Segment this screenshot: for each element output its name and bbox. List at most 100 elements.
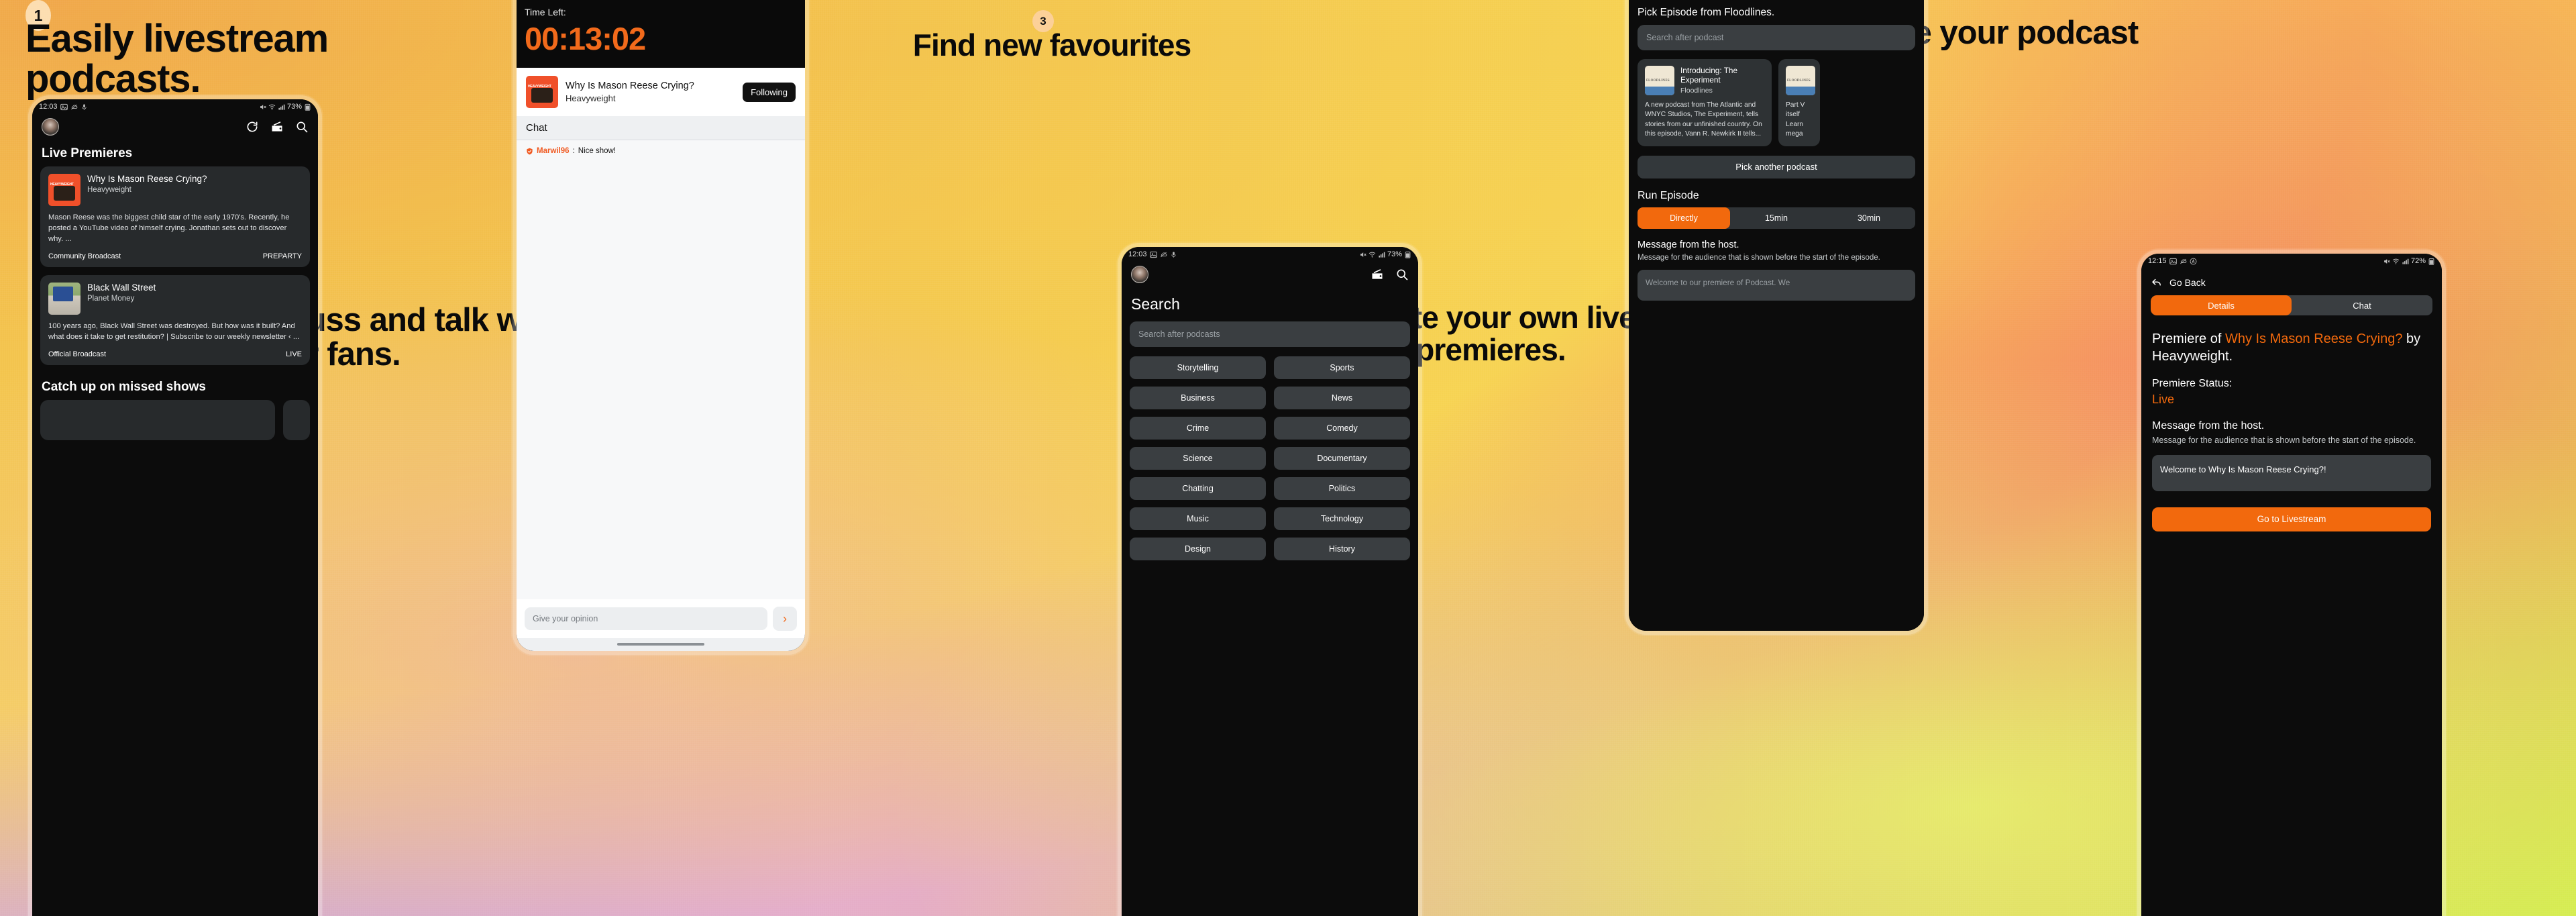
category-chip[interactable]: Sports: [1274, 356, 1410, 379]
podcast-search-input[interactable]: Search after podcast: [1638, 25, 1915, 50]
assistant-icon: [2190, 258, 2197, 265]
page-title: Search: [1131, 295, 1180, 313]
phone-mockup-live-premieres: 12:03 73% Live Premieres HEAVYWEIGHT Why…: [32, 99, 318, 916]
now-playing-title: Why Is Mason Reese Crying?: [566, 80, 694, 91]
category-chip[interactable]: Politics: [1274, 477, 1410, 500]
card-broadcast-type: Community Broadcast: [48, 252, 121, 260]
timer-value: 00:13:02: [525, 21, 646, 56]
countdown-panel: Time Left: 00:13:02: [517, 0, 805, 68]
mute-icon: [259, 103, 266, 111]
host-message-heading: Message from the host.: [1638, 239, 1739, 250]
episode-carousel: Introducing: The Experiment Floodlines A…: [1629, 59, 1924, 146]
pick-another-podcast-button[interactable]: Pick another podcast: [1638, 155, 1915, 179]
chat-text: Nice show!: [578, 147, 616, 155]
signal-icon: [278, 103, 285, 111]
premiere-card[interactable]: Why Is Mason Reese Crying? Heavyweight M…: [40, 166, 310, 267]
category-chip[interactable]: Technology: [1274, 507, 1410, 530]
wifi-icon: [1368, 251, 1376, 258]
status-time: 12:15: [2148, 257, 2167, 265]
category-chip[interactable]: Storytelling: [1130, 356, 1266, 379]
card-show: Heavyweight: [87, 186, 131, 195]
category-chip[interactable]: Comedy: [1274, 417, 1410, 440]
refresh-icon[interactable]: [246, 120, 259, 134]
chat-input[interactable]: Give your opinion: [525, 607, 767, 630]
chat-message: Marwil96: Nice show!: [526, 147, 796, 155]
premiere-heading: Premiere of Why Is Mason Reese Crying? b…: [2141, 315, 2442, 366]
chat-composer: Give your opinion ›: [517, 599, 805, 638]
premiere-status-value: Live: [2152, 392, 2175, 406]
card-status-badge: PREPARTY: [262, 252, 302, 260]
category-chip[interactable]: History: [1274, 538, 1410, 560]
back-arrow-icon: [2151, 276, 2163, 289]
battery-icon: [1404, 251, 1411, 258]
premiere-card[interactable]: Black Wall Street Planet Money 100 years…: [40, 274, 310, 365]
host-message-heading: Message from the host.: [2152, 419, 2265, 431]
wifi-icon: [2392, 258, 2400, 265]
category-chip[interactable]: Crime: [1130, 417, 1266, 440]
phone4-screen: Pick Episode from Floodlines. Search aft…: [1629, 0, 1924, 631]
avatar[interactable]: [42, 118, 59, 136]
host-message-textarea[interactable]: Welcome to our premiere of Podcast. We: [1638, 270, 1915, 301]
category-chip[interactable]: Documentary: [1274, 447, 1410, 470]
page-title: Pick Episode from Floodlines.: [1638, 7, 1775, 18]
episode-title: Introducing: The Experiment: [1680, 66, 1738, 85]
podcast-artwork: [48, 174, 80, 206]
card-show: Planet Money: [87, 294, 135, 303]
details-chat-tabs: Details Chat: [2151, 295, 2432, 315]
tab-chat[interactable]: Chat: [2292, 295, 2432, 315]
signal-icon: [2402, 258, 2409, 265]
search-input[interactable]: Search after podcasts: [1130, 321, 1410, 347]
headline-3: Find new favourites: [912, 28, 1191, 62]
battery-percent: 73%: [1387, 250, 1402, 258]
radio-icon[interactable]: [1371, 268, 1384, 281]
catchup-card[interactable]: [283, 399, 310, 440]
mute-icon: [1359, 251, 1366, 258]
microphone-icon: [1170, 251, 1177, 258]
chat-header: Chat: [517, 116, 805, 140]
card-description: Mason Reese was the biggest child star o…: [48, 213, 290, 243]
home-indicator[interactable]: [617, 643, 704, 646]
chat-message-list: Marwil96: Nice show!: [517, 140, 805, 599]
search-icon[interactable]: [1395, 268, 1409, 281]
phone1-screen: 12:03 73% Live Premieres HEAVYWEIGHT Why…: [32, 99, 318, 916]
phone2-screen: Time Left: 00:13:02 Why Is Mason Reese C…: [517, 0, 805, 651]
run-option-directly[interactable]: Directly: [1638, 207, 1730, 229]
category-chip[interactable]: Music: [1130, 507, 1266, 530]
run-option-15min[interactable]: 15min: [1730, 207, 1823, 229]
section-title-live-premieres: Live Premieres: [42, 146, 133, 160]
tab-details[interactable]: Details: [2151, 295, 2292, 315]
go-to-livestream-button[interactable]: Go to Livestream: [2152, 507, 2431, 531]
category-chip[interactable]: News: [1274, 387, 1410, 409]
avatar[interactable]: [1131, 266, 1148, 283]
podcast-artwork: [1645, 66, 1674, 95]
episode-card[interactable]: Part V itself Learn mega: [1778, 59, 1820, 146]
episode-show: Floodlines: [1680, 86, 1713, 95]
category-chip[interactable]: Chatting: [1130, 477, 1266, 500]
go-back-button[interactable]: Go Back: [2141, 268, 2442, 295]
chat-username: Marwil96: [537, 147, 570, 155]
send-button[interactable]: ›: [773, 607, 797, 631]
category-chip[interactable]: Business: [1130, 387, 1266, 409]
phone3-screen: 12:03 73% Search Search after podcasts S…: [1122, 247, 1418, 916]
search-icon[interactable]: [295, 120, 309, 134]
episode-card[interactable]: Introducing: The Experiment Floodlines A…: [1638, 59, 1772, 146]
chat-separator: :: [572, 147, 575, 155]
phone5-screen: 12:15 72% Go Back Details Chat Premiere …: [2141, 254, 2442, 916]
radio-icon[interactable]: [270, 120, 284, 134]
catchup-card[interactable]: [40, 399, 275, 440]
battery-percent: 72%: [2410, 257, 2426, 265]
card-title: Why Is Mason Reese Crying?: [87, 174, 207, 184]
category-chip[interactable]: Science: [1130, 447, 1266, 470]
run-option-30min[interactable]: 30min: [1823, 207, 1915, 229]
moderator-shield-icon: [526, 148, 533, 155]
following-button[interactable]: Following: [743, 82, 796, 102]
episode-description: Part V itself Learn mega: [1786, 101, 1805, 138]
host-message-field[interactable]: Welcome to Why Is Mason Reese Crying?!: [2152, 454, 2431, 491]
category-chip[interactable]: Design: [1130, 538, 1266, 560]
podcast-artwork: [526, 76, 558, 108]
mute-icon: [2383, 258, 2390, 265]
card-status-badge: LIVE: [286, 350, 302, 358]
photo-icon: [60, 103, 68, 111]
episode-description: A new podcast from The Atlantic and WNYC…: [1645, 101, 1762, 138]
section-title-catch-up: Catch up on missed shows: [42, 379, 206, 394]
